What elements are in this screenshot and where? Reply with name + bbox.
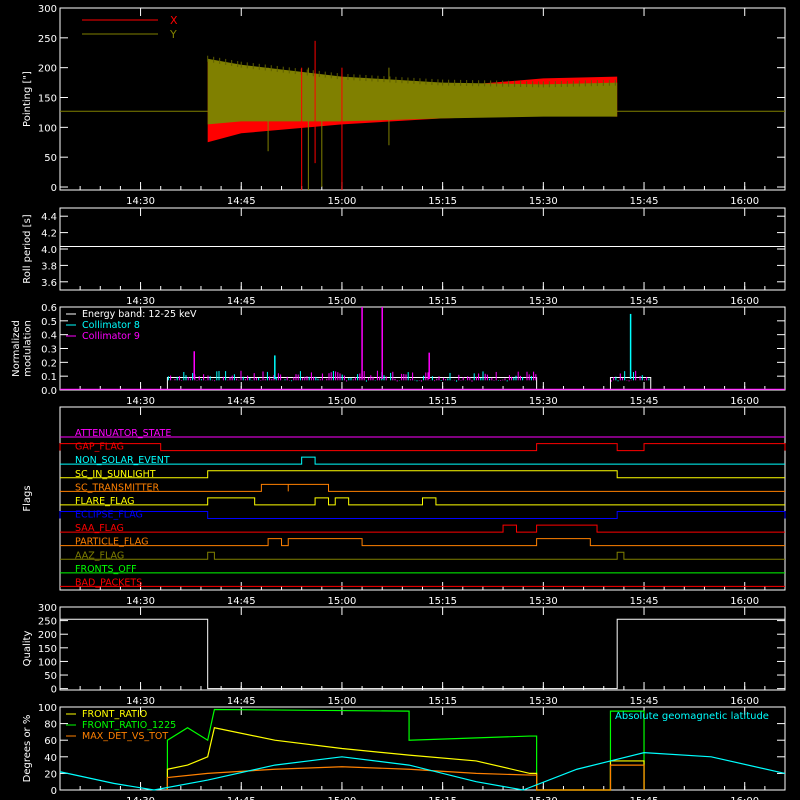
lightcurve-stack: 14:30 14:45 15:00 15:15 15:30 15:45 16:00 0 50 10… <box>0 0 800 800</box>
y-tick-label: 200 <box>38 630 57 641</box>
legend-label: MAX_DET_VS_TOT <box>82 731 168 742</box>
y-tick-label: 4.4 <box>41 212 57 223</box>
y-tick-label: 0.2 <box>41 358 57 369</box>
x-tick-label: 16:00 <box>730 196 759 207</box>
x-tick-label: 15:45 <box>630 696 659 707</box>
x-tick-label: 15:45 <box>630 596 659 607</box>
legend-label: Collimator 8 <box>82 320 140 331</box>
x-tick-label: 15:30 <box>529 196 558 207</box>
x-tick-label: 15:30 <box>529 596 558 607</box>
x-tick-label: 15:15 <box>428 696 457 707</box>
x-tick-label: 15:15 <box>428 296 457 307</box>
y-tick-label: 80 <box>44 720 57 731</box>
y-axis-label: Pointing ["] <box>22 71 33 127</box>
x-tick-label: 15:45 <box>630 796 659 800</box>
x-tick-label: 14:45 <box>227 196 256 207</box>
x-tick-label: 15:15 <box>428 196 457 207</box>
latitude-annotation: Absolute geomagnetic latitude <box>615 711 769 722</box>
x-tick-label: 15:00 <box>328 596 357 607</box>
y-tick-label: 150 <box>38 644 57 655</box>
legend-label: Collimator 9 <box>82 331 140 342</box>
y-tick-label: 40 <box>44 753 57 764</box>
x-tick-label: 14:30 <box>126 796 155 800</box>
y-tick-label: 0 <box>51 685 57 696</box>
y-tick-label: 0.1 <box>41 372 57 383</box>
y-tick-label: 50 <box>44 153 57 164</box>
y-tick-label: 4.2 <box>41 229 57 240</box>
y-axis-label-part: Normalized <box>11 320 22 377</box>
y-axis-label: Degrees or % <box>22 715 33 783</box>
y-tick-label: 60 <box>44 736 57 747</box>
y-axis-label: Roll period [s] <box>22 214 33 283</box>
legend-label: FRONT_RATIO <box>82 709 147 720</box>
x-tick-label: 15:45 <box>630 296 659 307</box>
y-tick-label: 150 <box>38 94 57 105</box>
legend-label: FRONT_RATIO_1225 <box>82 720 176 731</box>
y-tick-label: 100 <box>38 657 57 668</box>
y-tick-label: 300 <box>38 603 57 614</box>
y-tick-label: 3.6 <box>41 278 57 289</box>
y-tick-label: 0.0 <box>41 386 57 397</box>
y-axis-label: Normalizedmodulation <box>11 320 34 377</box>
x-tick-label: 14:45 <box>227 396 256 407</box>
x-tick-label: 16:00 <box>730 796 759 800</box>
y-tick-label: 0.5 <box>41 317 57 328</box>
y-tick-label: 100 <box>38 123 57 134</box>
y-tick-label: 50 <box>44 671 57 682</box>
x-tick-label: 15:45 <box>630 396 659 407</box>
x-tick-label: 14:30 <box>126 596 155 607</box>
y-tick-label: 250 <box>38 34 57 45</box>
x-tick-label: 15:30 <box>529 396 558 407</box>
y-tick-label: 0.6 <box>41 303 57 314</box>
x-tick-label: 16:00 <box>730 296 759 307</box>
x-tick-label: 15:00 <box>328 696 357 707</box>
legend-label: Energy band: 12-25 keV <box>82 309 197 320</box>
x-tick-label: 14:45 <box>227 796 256 800</box>
x-tick-label: 14:30 <box>126 696 155 707</box>
x-tick-label: 14:30 <box>126 196 155 207</box>
y-tick-label: 200 <box>38 64 57 75</box>
y-tick-label: 250 <box>38 617 57 628</box>
x-tick-label: 15:15 <box>428 396 457 407</box>
x-tick-label: 16:00 <box>730 396 759 407</box>
y-tick-label: 0 <box>51 183 57 194</box>
x-tick-label: 14:45 <box>227 596 256 607</box>
x-tick-label: 15:30 <box>529 796 558 800</box>
x-tick-label: 16:00 <box>730 696 759 707</box>
x-tick-label: 14:45 <box>227 696 256 707</box>
x-tick-label: 15:15 <box>428 796 457 800</box>
y-axis-label: Flags <box>22 485 33 511</box>
x-tick-label: 15:00 <box>328 396 357 407</box>
y-tick-label: 4.0 <box>41 245 57 256</box>
x-tick-label: 15:30 <box>529 696 558 707</box>
x-tick-label: 15:00 <box>328 796 357 800</box>
legend-label: Y <box>169 28 177 41</box>
y-tick-label: 100 <box>38 703 57 714</box>
y-tick-label: 20 <box>44 769 57 780</box>
x-tick-label: 14:30 <box>126 396 155 407</box>
x-tick-label: 15:30 <box>529 296 558 307</box>
y-axis-label: Quality <box>22 631 33 667</box>
y-tick-label: 0.3 <box>41 345 57 356</box>
x-tick-label: 15:00 <box>328 196 357 207</box>
y-axis-label-part: modulation <box>23 320 34 377</box>
x-tick-label: 16:00 <box>730 596 759 607</box>
y-tick-label: 0 <box>51 786 57 797</box>
x-tick-label: 15:15 <box>428 596 457 607</box>
y-tick-label: 0.4 <box>41 331 57 342</box>
x-tick-label: 14:45 <box>227 296 256 307</box>
x-tick-label: 15:00 <box>328 296 357 307</box>
x-tick-label: 14:30 <box>126 296 155 307</box>
y-tick-label: 3.8 <box>41 261 57 272</box>
x-tick-label: 15:45 <box>630 196 659 207</box>
y-tick-label: 300 <box>38 4 57 15</box>
legend-label: X <box>170 14 178 27</box>
